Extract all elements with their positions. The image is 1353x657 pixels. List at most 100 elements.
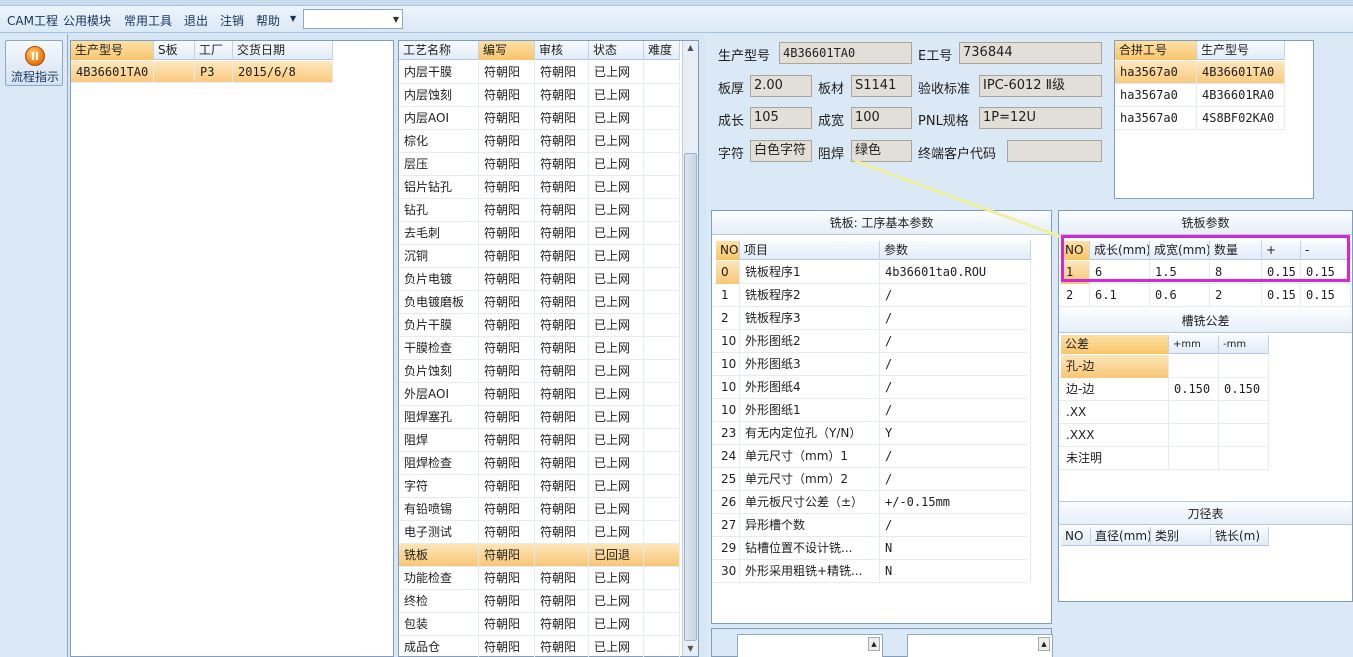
routing-row[interactable]: 27 异形槽个数 / xyxy=(712,514,1031,537)
tools-col-type[interactable]: 类别 xyxy=(1151,527,1211,546)
menu-common-modules[interactable]: 公用模块 xyxy=(63,12,111,29)
scroll-up-icon[interactable]: ▲ xyxy=(683,41,698,55)
process-row[interactable]: 成品仓 符朝阳 符朝阳 已上网 xyxy=(399,636,680,657)
slot-tol-row[interactable]: .XXX xyxy=(1059,424,1269,447)
process-row[interactable]: 层压 符朝阳 符朝阳 已上网 xyxy=(399,153,680,176)
width-field[interactable]: 100 xyxy=(851,107,912,129)
slot-tol-row[interactable]: 边-边 0.150 0.150 xyxy=(1059,378,1269,401)
routing-row[interactable]: 23 有无内定位孔（Y/N） Y xyxy=(712,422,1031,445)
menu-help[interactable]: 帮助 xyxy=(256,12,280,29)
process-row[interactable]: 铣板 符朝阳 已回退 xyxy=(399,544,680,567)
process-row[interactable]: 钻孔 符朝阳 符朝阳 已上网 xyxy=(399,199,680,222)
material-field[interactable]: S1141 xyxy=(851,75,912,97)
process-col-author[interactable]: 编写 xyxy=(479,41,535,60)
scroll-down-icon[interactable]: ▼ xyxy=(683,642,698,656)
client-code-field[interactable] xyxy=(1007,140,1102,162)
scroll-up-icon[interactable]: ▲ xyxy=(1038,637,1050,651)
slot-tol-row[interactable]: 未注明 xyxy=(1059,447,1269,470)
routing-row[interactable]: 25 单元尺寸（mm）2/ xyxy=(712,468,1031,491)
chevron-down-icon[interactable]: ▼ xyxy=(393,15,399,24)
slot-col-minus[interactable]: -mm xyxy=(1219,335,1269,354)
tools-col-diameter[interactable]: 直径(mm) xyxy=(1091,527,1151,546)
routing-row[interactable]: 26 单元板尺寸公差（±） +/-0.15mm xyxy=(712,491,1031,514)
product-no-field[interactable]: 4B36601TA0 xyxy=(779,42,912,64)
slot-tol-row[interactable]: .XX xyxy=(1059,401,1269,424)
routing-row[interactable]: 10 外形图纸1/ xyxy=(712,399,1031,422)
scroll-up-icon[interactable]: ▲ xyxy=(868,637,880,651)
routing-row[interactable]: 24 单元尺寸（mm）1/ xyxy=(712,445,1031,468)
process-row[interactable]: 负片蚀刻 符朝阳 符朝阳 已上网 xyxy=(399,360,680,383)
orders-col-product-no[interactable]: 生产型号 xyxy=(71,41,154,60)
orders-col-delivery-date[interactable]: 交货日期 xyxy=(233,41,333,60)
process-row[interactable]: 功能检查 符朝阳 符朝阳 已上网 xyxy=(399,567,680,590)
process-row[interactable]: 外层AOI 符朝阳 符朝阳 已上网 xyxy=(399,383,680,406)
tools-col-mill-length[interactable]: 铣长(m) xyxy=(1211,527,1269,546)
orders-col-factory[interactable]: 工厂 xyxy=(195,41,233,60)
menu-combo-box[interactable]: ▼ xyxy=(303,9,403,29)
routing-row[interactable]: 0 铣板程序1 4b36601ta0.ROU xyxy=(712,261,1031,284)
routing-col-item[interactable]: 项目 xyxy=(740,241,880,260)
flow-guide-button[interactable]: 流程指示 xyxy=(5,40,63,86)
process-row[interactable]: 负片干膜 符朝阳 符朝阳 已上网 xyxy=(399,314,680,337)
routing-row[interactable]: 29 钻槽位置不设计铣... N xyxy=(712,537,1031,560)
length-field[interactable]: 105 xyxy=(750,107,812,129)
routing-col-param[interactable]: 参数 xyxy=(880,241,1031,260)
process-row[interactable]: 内层AOI 符朝阳 符朝阳 已上网 xyxy=(399,107,680,130)
process-row[interactable]: 沉铜 符朝阳 符朝阳 已上网 xyxy=(399,245,680,268)
slot-tol-row[interactable]: 孔-边 xyxy=(1059,355,1269,378)
routing-row[interactable]: 1 铣板程序2/ xyxy=(712,284,1031,307)
thickness-field[interactable]: 2.00 xyxy=(750,75,812,97)
routing-row[interactable]: 10 外形图纸3/ xyxy=(712,353,1031,376)
merge-row[interactable]: ha3567a0 4S8BF02KA0 xyxy=(1115,107,1285,130)
process-row[interactable]: 棕化 符朝阳 符朝阳 已上网 xyxy=(399,130,680,153)
process-row[interactable]: 铝片钻孔 符朝阳 符朝阳 已上网 xyxy=(399,176,680,199)
routing-row[interactable]: 10 外形图纸4/ xyxy=(712,376,1031,399)
board-row[interactable]: 2 6.1 0.6 2 0.15 0.15 xyxy=(1059,284,1351,307)
process-col-name[interactable]: 工艺名称 xyxy=(399,41,479,60)
process-row[interactable]: 阻焊检查 符朝阳 符朝阳 已上网 xyxy=(399,452,680,475)
menu-common-tools[interactable]: 常用工具 xyxy=(124,12,172,29)
process-row[interactable]: 干膜检查 符朝阳 符朝阳 已上网 xyxy=(399,337,680,360)
process-row[interactable]: 阻焊 符朝阳 符朝阳 已上网 xyxy=(399,429,680,452)
process-row[interactable]: 终检 符朝阳 符朝阳 已上网 xyxy=(399,590,680,613)
menu-cam-project[interactable]: CAM工程 xyxy=(7,12,58,29)
process-col-status[interactable]: 状态 xyxy=(589,41,644,60)
menu-exit[interactable]: 退出 xyxy=(184,12,208,29)
process-row[interactable]: 包装 符朝阳 符朝阳 已上网 xyxy=(399,613,680,636)
menu-logout[interactable]: 注销 xyxy=(220,12,244,29)
process-col-reviewer[interactable]: 审核 xyxy=(535,41,589,60)
scroll-thumb[interactable] xyxy=(684,153,697,641)
routing-row[interactable]: 10 外形图纸2/ xyxy=(712,330,1031,353)
mask-field[interactable]: 绿色 xyxy=(851,140,912,162)
process-row[interactable]: 阻焊塞孔 符朝阳 符朝阳 已上网 xyxy=(399,406,680,429)
slot-col-tolerance[interactable]: 公差 xyxy=(1061,335,1169,354)
tools-col-no[interactable]: NO xyxy=(1061,527,1091,546)
process-row[interactable]: 负片电镀 符朝阳 符朝阳 已上网 xyxy=(399,268,680,291)
help-dropdown-arrow-icon[interactable]: ▼ xyxy=(290,14,296,23)
bottom-list-left[interactable]: ▲ xyxy=(737,634,883,657)
merge-col-job-no[interactable]: 合拼工号 xyxy=(1115,41,1197,60)
process-row[interactable]: 字符 符朝阳 符朝阳 已上网 xyxy=(399,475,680,498)
bottom-list-right[interactable]: ▲ xyxy=(907,634,1053,657)
process-scrollbar[interactable]: ▲ ▼ xyxy=(682,41,698,656)
process-col-difficulty[interactable]: 难度 xyxy=(644,41,680,60)
process-row[interactable]: 负电镀磨板 符朝阳 符朝阳 已上网 xyxy=(399,291,680,314)
slot-col-plus[interactable]: +mm xyxy=(1169,335,1219,354)
process-row[interactable]: 内层干膜 符朝阳 符朝阳 已上网 xyxy=(399,61,680,84)
orders-col-s-board[interactable]: S板 xyxy=(154,41,195,60)
routing-col-no[interactable]: NO xyxy=(716,241,740,260)
routing-row[interactable]: 2 铣板程序3/ xyxy=(712,307,1031,330)
orders-row[interactable]: 4B36601TA0 P3 2015/6/8 xyxy=(71,61,333,83)
process-row[interactable]: 内层蚀刻 符朝阳 符朝阳 已上网 xyxy=(399,84,680,107)
merge-col-product-no[interactable]: 生产型号 xyxy=(1197,41,1285,60)
standard-field[interactable]: IPC-6012 Ⅱ级 xyxy=(979,75,1102,97)
routing-row[interactable]: 30 外形采用粗铣+精铣... N xyxy=(712,560,1031,583)
char-field[interactable]: 白色字符 xyxy=(750,140,812,162)
process-row[interactable]: 去毛刺 符朝阳 符朝阳 已上网 xyxy=(399,222,680,245)
merge-row[interactable]: ha3567a0 4B36601TA0 xyxy=(1115,61,1285,84)
pnl-field[interactable]: 1P=12U xyxy=(979,107,1102,129)
process-row[interactable]: 电子测试 符朝阳 符朝阳 已上网 xyxy=(399,521,680,544)
merge-row[interactable]: ha3567a0 4B36601RA0 xyxy=(1115,84,1285,107)
process-row[interactable]: 有铅喷锡 符朝阳 符朝阳 已上网 xyxy=(399,498,680,521)
e-no-field[interactable]: 736844 xyxy=(959,42,1102,64)
